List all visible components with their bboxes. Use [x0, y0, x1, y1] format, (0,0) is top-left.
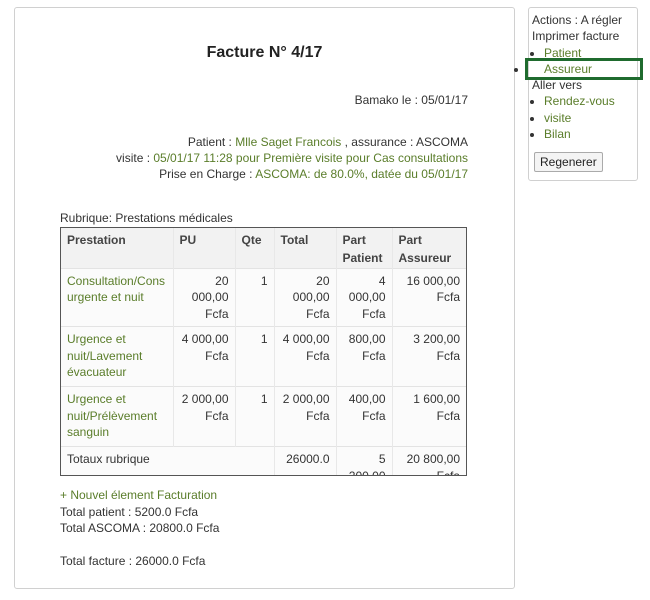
- totals-row: Totaux rubrique 26000.0 5 200,00 Fcfa 20…: [61, 446, 466, 475]
- patient-line: Patient : Mlle Saget Francois , assuranc…: [188, 135, 468, 149]
- patient-link[interactable]: Mlle Saget Francois: [235, 135, 341, 149]
- goto-item-rendez-vous: Rendez-vous: [544, 93, 637, 109]
- col-header-pu: PU: [173, 228, 236, 268]
- prestation-link[interactable]: Urgence et nuit/Lavement évacuateur: [67, 332, 142, 379]
- goto-item-visite: visite: [544, 110, 637, 126]
- new-element-link[interactable]: + Nouvel élement Facturation: [60, 488, 217, 502]
- cell-pu: 4 000,00 Fcfa: [173, 326, 236, 387]
- print-patient-link[interactable]: Patient: [544, 46, 581, 60]
- table-row: Consultation/Cons urgente et nuit 20 000…: [61, 267, 466, 327]
- cell-pu: 2 000,00 Fcfa: [173, 386, 236, 447]
- cell-part-assureur: 16 000,00 Fcfa: [392, 267, 466, 327]
- goto-list: Rendez-vous visite Bilan: [532, 93, 637, 142]
- cell-pu: 20 000,00 Fcfa: [173, 267, 236, 327]
- goto-item-bilan: Bilan: [544, 126, 637, 142]
- visit-prefix: visite :: [116, 151, 154, 165]
- cell-part-patient: 400,00 Fcfa: [336, 386, 393, 447]
- visit-line: visite : 05/01/17 11:28 pour Première vi…: [116, 151, 468, 165]
- goto-title: Aller vers: [532, 78, 583, 93]
- print-item-patient: Patient: [544, 45, 637, 61]
- print-title: Imprimer facture: [532, 29, 620, 44]
- prestation-link[interactable]: Consultation/Cons urgente et nuit: [67, 274, 165, 305]
- table-header-row: Prestation PU Qte Total Part Patient Par…: [61, 228, 466, 268]
- totals-label: Totaux rubrique: [61, 446, 275, 475]
- print-assureur-link[interactable]: Assureur: [544, 62, 592, 76]
- goto-bilan-link[interactable]: Bilan: [544, 127, 571, 141]
- print-item-assureur: Assureur: [525, 57, 643, 81]
- cell-qte: 1: [235, 386, 275, 447]
- invoice-title: Facture N° 4/17: [206, 44, 323, 61]
- cell-total: 20 000,00 Fcfa: [274, 267, 337, 327]
- table-row: Urgence et nuit/Prélèvement sanguin 2 00…: [61, 386, 466, 447]
- coverage-line: Prise en Charge : ASCOMA: de 80.0%, daté…: [159, 167, 468, 181]
- cell-qte: 1: [235, 326, 275, 387]
- coverage-link[interactable]: ASCOMA: de 80.0%, datée du 05/01/17: [255, 167, 468, 181]
- total-insurer: Total ASCOMA : 20800.0 Fcfa: [60, 521, 220, 535]
- actions-title: Actions : A régler: [532, 13, 623, 27]
- cell-qte: 1: [235, 267, 275, 327]
- print-list: Patient Assureur: [525, 45, 643, 81]
- total-invoice: Total facture : 26000.0 Fcfa: [60, 554, 206, 568]
- prestations-table: Prestation PU Qte Total Part Patient Par…: [60, 227, 467, 476]
- col-header-qte: Qte: [235, 228, 275, 268]
- visit-link[interactable]: 05/01/17 11:28 pour Première visite pour…: [153, 151, 468, 165]
- total-patient: Total patient : 5200.0 Fcfa: [60, 504, 199, 519]
- totals-total: 26000.0: [274, 446, 337, 475]
- col-header-total: Total: [274, 228, 337, 268]
- cell-total: 2 000,00 Fcfa: [274, 386, 337, 447]
- rubrique-label: Rubrique: Prestations médicales: [60, 211, 233, 225]
- invoice-footer: + Nouvel élement Facturation Total patie…: [60, 487, 219, 570]
- totals-part-patient: 5 200,00 Fcfa: [336, 446, 393, 475]
- coverage-prefix: Prise en Charge :: [159, 167, 256, 181]
- patient-prefix: Patient :: [187, 135, 236, 149]
- col-header-part-patient: Part Patient: [336, 228, 393, 268]
- col-header-part-assureur: Part Assureur: [392, 228, 466, 268]
- cell-part-assureur: 3 200,00 Fcfa: [392, 326, 466, 387]
- prestation-link[interactable]: Urgence et nuit/Prélèvement sanguin: [67, 392, 157, 439]
- goto-visite-link[interactable]: visite: [544, 111, 571, 125]
- insurance-text: , assurance : ASCOMA: [341, 135, 468, 149]
- totals-part-assureur: 20 800,00 Fcfa: [392, 446, 466, 475]
- cell-part-assureur: 1 600,00 Fcfa: [392, 386, 466, 447]
- col-header-prestation: Prestation: [61, 228, 174, 268]
- regenerate-button[interactable]: Regenerer: [534, 152, 603, 173]
- table-row: Urgence et nuit/Lavement évacuateur 4 00…: [61, 326, 466, 387]
- goto-rendez-vous-link[interactable]: Rendez-vous: [544, 94, 615, 108]
- cell-part-patient: 4 000,00 Fcfa: [336, 267, 393, 327]
- cell-total: 4 000,00 Fcfa: [274, 326, 337, 387]
- invoice-panel: Facture N° 4/17 Bamako le : 05/01/17 Pat…: [14, 7, 515, 589]
- cell-part-patient: 800,00 Fcfa: [336, 326, 393, 387]
- actions-panel: Actions : A régler Imprimer facture Pati…: [525, 7, 643, 181]
- location-date: Bamako le : 05/01/17: [354, 93, 468, 107]
